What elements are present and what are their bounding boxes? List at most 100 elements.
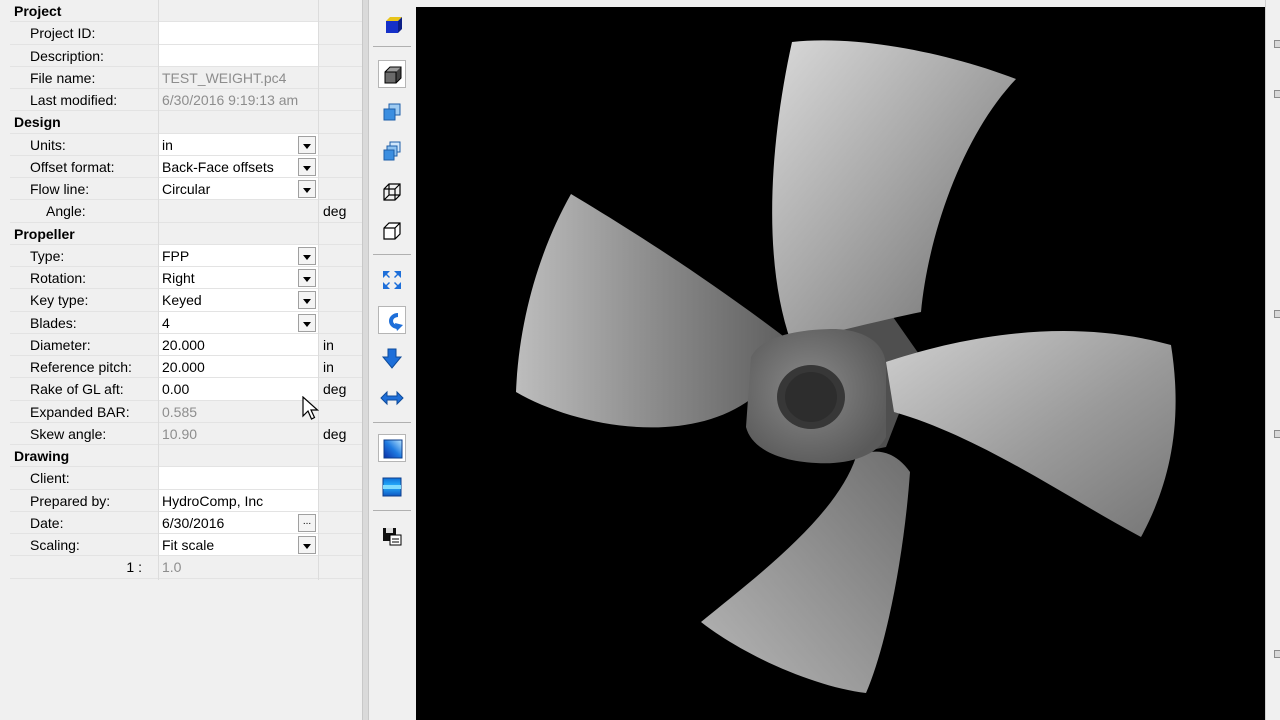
property-value-text: 0.00	[162, 381, 190, 398]
property-label: Client:	[30, 470, 70, 487]
dropdown-arrow-icon[interactable]	[298, 157, 316, 176]
property-row[interactable]: Date: 6/30/2016...	[10, 511, 362, 534]
property-row[interactable]: Rotation: Right	[10, 267, 362, 290]
dropdown-arrow-icon[interactable]	[298, 313, 316, 332]
property-value[interactable]: 20.000	[158, 356, 318, 378]
property-value[interactable]: Back-Face offsets	[158, 155, 318, 177]
category-label: Propeller	[14, 225, 75, 242]
property-value[interactable]: FPP	[158, 244, 318, 266]
property-value[interactable]: Fit scale	[158, 534, 318, 556]
property-unit: deg	[323, 425, 347, 442]
property-row[interactable]: Scaling: Fit scale	[10, 534, 362, 557]
rotate-icon[interactable]	[378, 306, 406, 334]
property-row[interactable]: Units: in	[10, 133, 362, 156]
property-value-text: Right	[162, 270, 195, 286]
dropdown-arrow-icon[interactable]	[298, 269, 316, 287]
property-value-text: Circular	[162, 181, 211, 197]
dropdown-arrow-icon[interactable]	[298, 135, 316, 154]
property-label: Description:	[30, 47, 104, 64]
property-row[interactable]: Type: FPP	[10, 244, 362, 267]
property-row[interactable]: Last modified: 6/30/2016 9:19:13 am	[10, 89, 362, 112]
edge-marker	[1274, 310, 1280, 318]
solid-view-icon[interactable]	[378, 60, 406, 88]
property-value-text: 20.000	[162, 336, 205, 353]
property-row[interactable]: Key type: Keyed	[10, 289, 362, 312]
panel-splitter[interactable]	[362, 0, 369, 720]
property-value-text: 20.000	[162, 359, 205, 375]
property-label: Reference pitch:	[30, 359, 132, 375]
save-image-icon[interactable]	[378, 522, 406, 550]
property-row[interactable]: Angle: deg	[10, 200, 362, 223]
property-value: 1.0	[158, 556, 318, 577]
property-label: Scaling:	[30, 537, 80, 553]
gradient-shading-icon[interactable]	[378, 434, 406, 462]
toolbar-separator	[373, 510, 411, 511]
category-label: Project	[14, 3, 62, 19]
property-row[interactable]: Offset format: Back-Face offsets	[10, 155, 362, 178]
property-row[interactable]: File name: TEST_WEIGHT.pc4	[10, 67, 362, 89]
pan-horizontal-icon[interactable]	[378, 384, 406, 412]
property-row[interactable]: Diameter: 20.000 in	[10, 333, 362, 356]
property-value[interactable]: 4	[158, 311, 318, 333]
property-value-text: 4	[162, 314, 170, 331]
dropdown-arrow-icon[interactable]	[298, 180, 316, 198]
property-value-text: 6/30/2016 9:19:13 am	[162, 92, 299, 108]
property-value-text: TEST_WEIGHT.pc4	[162, 69, 287, 86]
property-unit: in	[323, 336, 334, 353]
property-value[interactable]: 20.000	[158, 333, 318, 355]
property-value-text: Fit scale	[162, 537, 215, 553]
pan-down-icon[interactable]	[378, 345, 406, 373]
property-row[interactable]: Skew angle: 10.90 deg	[10, 423, 362, 445]
property-label: Key type:	[30, 292, 89, 309]
category-row: Drawing	[10, 445, 362, 468]
dropdown-arrow-icon[interactable]	[298, 246, 316, 265]
wireframe-view-icon[interactable]	[378, 178, 406, 206]
property-value[interactable]	[158, 467, 318, 489]
property-value: 6/30/2016 9:19:13 am	[158, 89, 318, 110]
property-row[interactable]: Client:	[10, 467, 362, 490]
propeller-blade-lower	[701, 451, 910, 693]
property-value-text: Keyed	[162, 292, 202, 309]
property-value[interactable]	[158, 44, 318, 66]
layered-view-icon[interactable]	[378, 138, 406, 166]
property-label: Rake of GL aft:	[30, 381, 124, 398]
flat-shading-icon[interactable]	[378, 473, 406, 501]
property-value[interactable]: in	[158, 133, 318, 155]
property-value[interactable]: Right	[158, 267, 318, 289]
property-value[interactable]: Keyed	[158, 289, 318, 311]
property-row[interactable]: 1 : 1.0	[10, 556, 362, 579]
property-value[interactable]	[158, 22, 318, 44]
toolbar-separator	[373, 254, 411, 255]
property-value-text: FPP	[162, 247, 190, 264]
propeller-3d-viewport[interactable]	[416, 7, 1265, 720]
property-value[interactable]: 0.00	[158, 378, 318, 400]
multi-view-icon[interactable]	[378, 99, 406, 127]
property-label: Type:	[30, 247, 65, 264]
property-label: Blades:	[30, 314, 77, 331]
property-label: Last modified:	[30, 92, 118, 108]
ellipsis-button[interactable]: ...	[298, 513, 316, 532]
property-row[interactable]: Flow line: Circular	[10, 178, 362, 201]
property-unit: deg	[323, 381, 347, 398]
zoom-extents-icon[interactable]	[378, 266, 406, 294]
property-value[interactable]: Circular	[158, 178, 318, 200]
property-row[interactable]: Description:	[10, 44, 362, 67]
property-row[interactable]: Project ID:	[10, 22, 362, 45]
category-label: Design	[14, 114, 61, 131]
property-value-text: 10.90	[162, 425, 198, 442]
property-row[interactable]: Blades: 4	[10, 311, 362, 334]
property-value: 10.90	[158, 423, 318, 444]
dropdown-arrow-icon[interactable]	[298, 291, 316, 310]
cube-solid-blue-icon[interactable]	[378, 12, 406, 40]
category-label: Drawing	[14, 448, 70, 464]
property-grid: Project Project ID: Description: File name:…	[10, 0, 362, 580]
property-value[interactable]: HydroComp, Inc	[158, 489, 318, 511]
property-row[interactable]: Prepared by: HydroComp, Inc	[10, 489, 362, 512]
grid-column-divider-value	[318, 0, 319, 580]
outline-view-icon[interactable]	[378, 217, 406, 245]
property-row[interactable]: Reference pitch: 20.000 in	[10, 356, 362, 379]
dropdown-arrow-icon[interactable]	[298, 536, 316, 554]
property-value[interactable]: 6/30/2016...	[158, 511, 318, 533]
category-row: Project	[10, 0, 362, 23]
category-row: Propeller	[10, 223, 362, 245]
